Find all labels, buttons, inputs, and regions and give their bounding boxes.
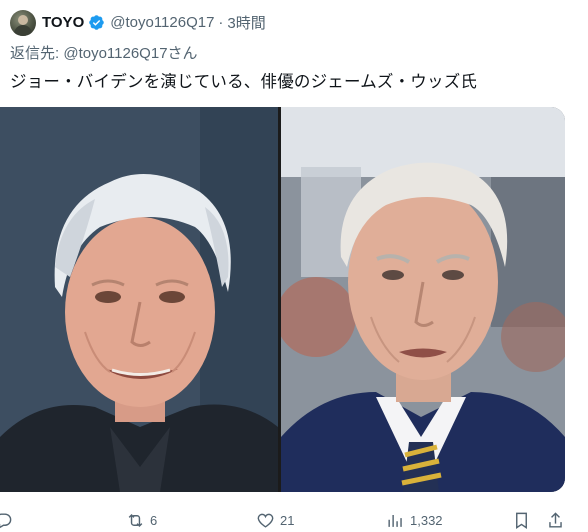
- avatar-head: [18, 15, 28, 25]
- display-name[interactable]: TOYO: [42, 14, 84, 31]
- bookmark-button[interactable]: [512, 509, 536, 531]
- retweet-button[interactable]: 6: [126, 509, 157, 531]
- james-woods-photo-art: [0, 107, 278, 492]
- avatar[interactable]: [10, 10, 36, 36]
- views-icon: [388, 514, 402, 527]
- timestamp[interactable]: 3時間: [227, 12, 265, 33]
- retweet-count: 6: [150, 512, 158, 528]
- author-handle[interactable]: @toyo1126Q17: [110, 14, 214, 31]
- share-button[interactable]: [546, 509, 570, 531]
- media-grid: [0, 107, 565, 492]
- avatar-body: [14, 25, 32, 36]
- tweet-header: TOYO @toyo1126Q17 · 3時間: [42, 11, 266, 33]
- views-button[interactable]: 1,332: [386, 509, 443, 531]
- like-count: 21: [280, 512, 295, 528]
- reply-context: 返信先: @toyo1126Q17さん: [10, 42, 198, 63]
- verified-badge-icon: [89, 14, 104, 30]
- reply-button[interactable]: [0, 509, 18, 531]
- like-button[interactable]: 21: [256, 509, 294, 531]
- view-count: 1,332: [410, 512, 443, 528]
- tweet-text: ジョー・バイデンを演じている、俳優のジェームズ・ウッズ氏: [10, 73, 478, 91]
- heart-icon: [257, 513, 274, 528]
- reply-to-handle[interactable]: @toyo1126Q17さん: [63, 45, 197, 62]
- joe-biden-photo[interactable]: [281, 107, 565, 492]
- james-woods-photo[interactable]: [0, 107, 278, 492]
- tweet-actions: 6 21 1,332: [0, 509, 588, 531]
- joe-biden-photo-art: [281, 107, 565, 492]
- reply-prefix: 返信先:: [10, 45, 60, 62]
- reply-icon: [0, 512, 12, 528]
- separator-dot: ·: [218, 13, 224, 31]
- bookmark-icon: [516, 512, 527, 529]
- share-icon: [549, 511, 562, 528]
- retweet-icon: [128, 513, 143, 527]
